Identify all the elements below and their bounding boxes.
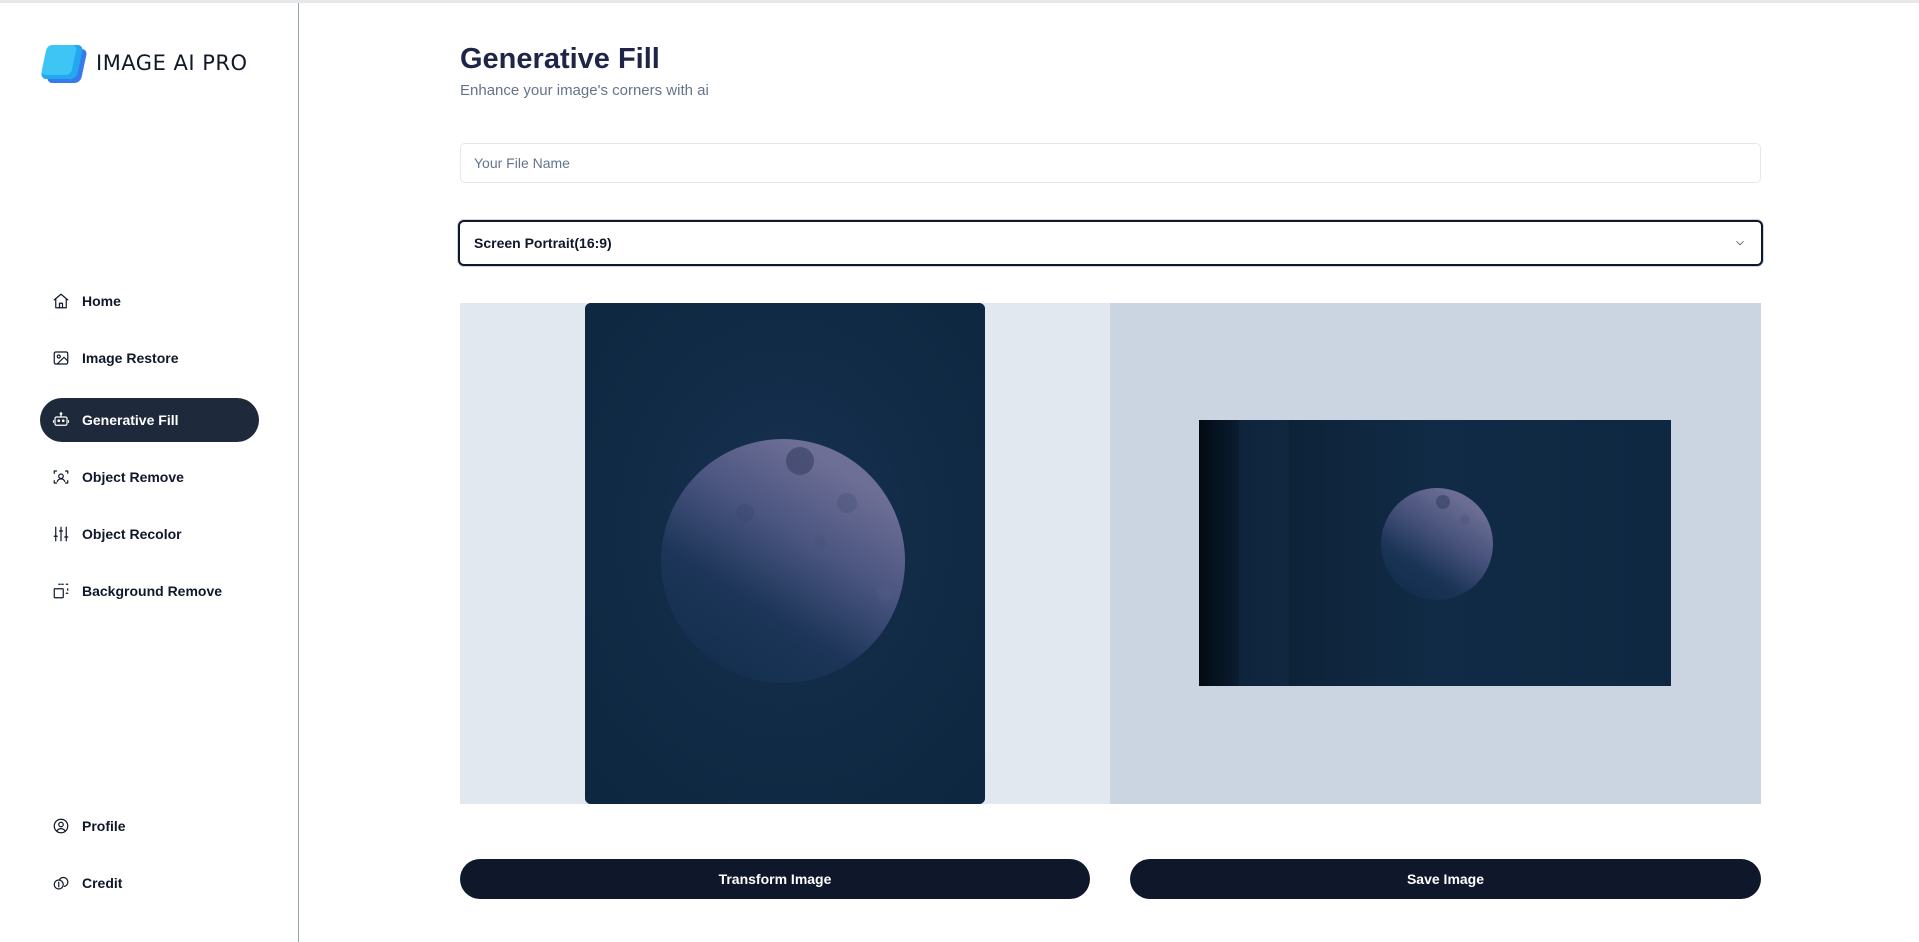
brand-name: IMAGE AI PRO [96, 51, 248, 75]
chevron-down-icon [1736, 240, 1744, 246]
sidebar: IMAGE AI PRO Home Image Restore Generati… [0, 3, 299, 942]
result-image-panel [1110, 303, 1761, 804]
page-title: Generative Fill [460, 43, 660, 75]
sidebar-item-label: Background Remove [82, 583, 223, 599]
original-image [585, 303, 985, 804]
sidebar-item-label: Profile [82, 818, 126, 834]
sidebar-item-label: Home [82, 293, 121, 309]
sidebar-item-label: Generative Fill [82, 412, 179, 428]
sidebar-item-profile[interactable]: Profile [40, 804, 259, 848]
main-content: Generative Fill Enhance your image's cor… [300, 3, 1919, 942]
image-icon [53, 351, 69, 365]
original-image-panel [460, 303, 1110, 804]
save-image-button[interactable]: Save Image [1130, 859, 1761, 899]
result-image [1199, 420, 1671, 686]
aspect-ratio-selected: Screen Portrait(16:9) [474, 235, 612, 251]
sidebar-item-object-remove[interactable]: Object Remove [40, 455, 259, 499]
layers-dashed-icon [53, 583, 69, 599]
sidebar-item-credit[interactable]: Credit [40, 861, 259, 905]
sidebar-item-label: Object Remove [82, 469, 184, 485]
sidebar-item-label: Credit [82, 875, 123, 891]
logo-icon [40, 43, 88, 83]
sidebar-item-generative-fill[interactable]: Generative Fill [40, 398, 259, 442]
sidebar-item-background-remove[interactable]: Background Remove [40, 569, 259, 613]
user-circle-icon [53, 818, 69, 834]
coins-icon [53, 876, 69, 890]
sidebar-item-image-restore[interactable]: Image Restore [40, 336, 259, 380]
sidebar-item-label: Object Recolor [82, 526, 182, 542]
sidebar-item-object-recolor[interactable]: Object Recolor [40, 512, 259, 556]
home-icon [53, 293, 69, 309]
page-subtitle: Enhance your image's corners with ai [460, 82, 709, 99]
sliders-icon [53, 526, 69, 542]
robot-icon [52, 412, 70, 426]
transform-image-button[interactable]: Transform Image [460, 859, 1090, 899]
aspect-ratio-select[interactable]: Screen Portrait(16:9) [458, 220, 1763, 266]
scan-icon [53, 470, 69, 484]
file-name-input[interactable] [460, 143, 1761, 183]
sidebar-item-label: Image Restore [82, 350, 179, 366]
sidebar-item-home[interactable]: Home [40, 279, 259, 323]
brand-logo[interactable]: IMAGE AI PRO [40, 43, 248, 83]
